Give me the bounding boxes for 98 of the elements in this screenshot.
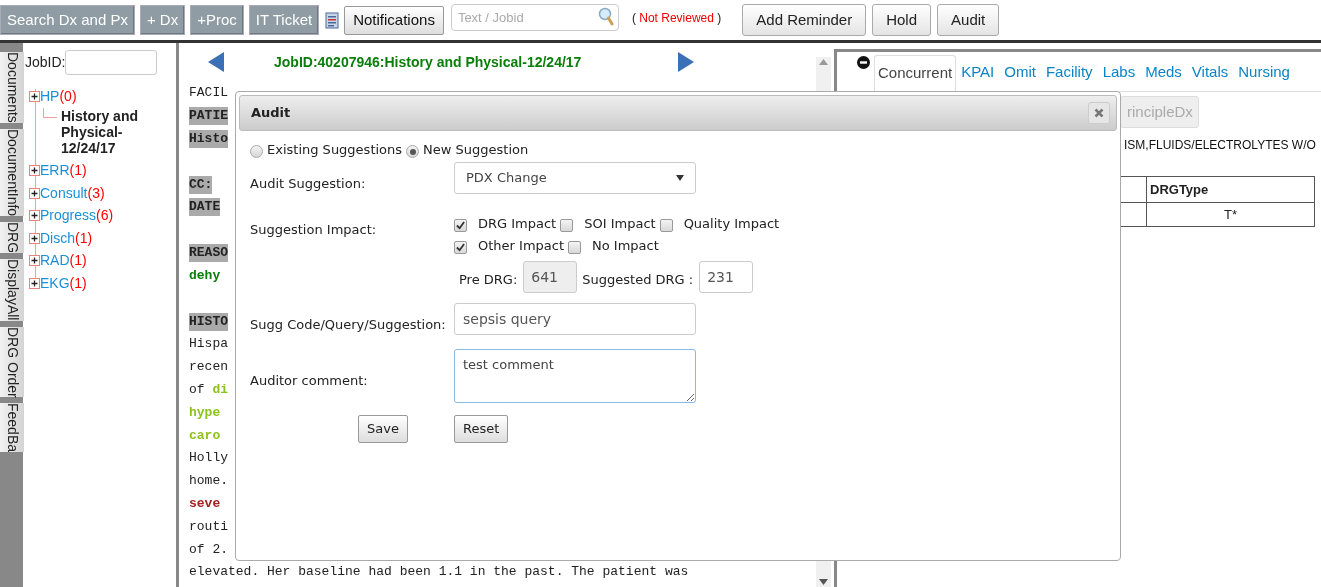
tree-item[interactable]: Disch(1) — [40, 227, 93, 249]
document-text: Hispa — [189, 335, 228, 354]
tab[interactable]: Vitals — [1186, 54, 1234, 91]
checkbox-label: No Impact — [592, 236, 659, 255]
suggestion-field[interactable]: sepsis query — [454, 303, 696, 335]
pre-drg-field[interactable]: 641 — [523, 261, 578, 293]
tab[interactable]: Facility — [1040, 54, 1098, 91]
section-heading: PATIE — [189, 107, 228, 126]
section-heading: CC: — [189, 175, 213, 194]
expand-icon[interactable] — [29, 232, 40, 244]
expand-icon[interactable] — [29, 187, 40, 199]
document-text: caro — [189, 426, 221, 445]
document-text: home. — [189, 472, 228, 491]
side-tab[interactable]: DRG Order — [0, 326, 24, 398]
document-text: Holly — [189, 449, 228, 468]
tree-item[interactable]: RAD(1) — [40, 250, 87, 272]
column-header: DRGType — [1146, 176, 1315, 203]
document-text: seve — [189, 495, 221, 514]
previous-arrow-icon[interactable] — [206, 51, 226, 73]
checkbox-label: Other Impact — [478, 236, 564, 255]
field-label: Suggested DRG : — [582, 271, 694, 290]
tree-item[interactable]: Consult(3) — [40, 182, 105, 204]
check-icon — [456, 220, 465, 230]
side-tab[interactable]: DocumentInfo — [0, 128, 24, 216]
checkbox-label: Quality Impact — [683, 214, 780, 233]
toolbar-button[interactable]: Hold — [872, 4, 932, 36]
next-arrow-icon[interactable] — [676, 51, 696, 73]
document-text: of 2. — [189, 540, 228, 559]
checkbox[interactable] — [560, 218, 574, 232]
check-icon — [456, 242, 465, 252]
close-icon — [1094, 108, 1104, 118]
document-text: of di — [189, 380, 228, 399]
dialog-title: Audit — [251, 104, 291, 123]
tree-item[interactable]: HP(0) — [40, 85, 77, 107]
section-heading: HISTO — [189, 312, 228, 331]
tree-item[interactable]: Progress(6) — [40, 205, 114, 227]
review-status: ( Not Reviewed ) — [631, 10, 722, 27]
field-label: Auditor comment: — [250, 372, 369, 391]
document-text: recen — [189, 358, 228, 377]
side-tab[interactable]: FeedBa — [0, 403, 24, 453]
comment-field[interactable]: test comment — [454, 349, 696, 403]
field-label: Audit Suggestion: — [250, 174, 367, 193]
checkbox[interactable] — [454, 218, 467, 232]
tree-item[interactable]: ERR(1) — [40, 160, 87, 182]
toolbar-button[interactable]: Audit — [937, 4, 1000, 36]
tree-item[interactable]: History and Physical-12/24/17 — [61, 107, 171, 156]
search-field[interactable]: Text / Jobid — [450, 3, 619, 31]
dialog-button[interactable]: Reset — [454, 415, 509, 443]
expand-icon[interactable] — [29, 277, 40, 289]
section-heading: Histo — [189, 130, 228, 149]
radio-label: New Suggestion — [423, 141, 529, 160]
section-heading: DATE — [189, 198, 221, 217]
document-text: dehy — [189, 266, 221, 285]
suggested-drg-field[interactable]: 231 — [699, 261, 754, 293]
close-button[interactable] — [1088, 102, 1110, 124]
document-text: hype — [189, 403, 221, 422]
notifications-button[interactable]: Notifications — [344, 5, 444, 35]
tree-item[interactable]: EKG(1) — [40, 272, 87, 294]
expand-icon[interactable] — [29, 90, 40, 102]
checkbox[interactable] — [659, 218, 673, 232]
expand-icon[interactable] — [29, 165, 40, 177]
collapse-icon[interactable] — [857, 56, 870, 69]
checkbox-label: DRG Impact — [478, 214, 557, 233]
section-heading: REASO — [189, 244, 228, 263]
tab[interactable]: Omit — [999, 54, 1041, 91]
tab[interactable]: Nursing — [1233, 54, 1295, 91]
radio-button[interactable] — [406, 145, 420, 158]
side-tab[interactable]: DisplayAll — [0, 259, 24, 321]
tab[interactable]: Labs — [1097, 54, 1141, 91]
tab[interactable]: Concurrent — [874, 55, 957, 92]
dropdown-icon — [676, 175, 684, 181]
tab[interactable]: Meds — [1140, 54, 1187, 91]
side-tab[interactable]: Documents — [0, 52, 24, 123]
scroll-down-icon[interactable] — [819, 579, 828, 585]
drg-description: ISM,FLUIDS/ELECTROLYTES W/O — [1123, 137, 1317, 154]
field-label: Suggestion Impact: — [250, 221, 378, 239]
tab[interactable]: KPAI — [956, 54, 1000, 91]
checkbox-label: SOI Impact — [584, 214, 656, 233]
document-text: FACIL — [189, 84, 228, 103]
document-text: elevated. Her baseline had been 1.1 in the past. The patient was — [189, 563, 689, 582]
jobid-label: JobID: — [25, 53, 66, 72]
document-text: routi — [189, 517, 228, 536]
table-cell: T* — [1146, 202, 1315, 227]
field-label: Sugg Code/Query/Suggestion: — [250, 315, 447, 334]
radio-button[interactable] — [250, 145, 263, 158]
dialog-button[interactable]: Save — [358, 415, 408, 443]
checkbox[interactable] — [454, 240, 467, 254]
field-label: Pre DRG: — [459, 271, 518, 290]
expand-icon[interactable] — [29, 255, 40, 267]
side-tab[interactable]: DRG — [0, 222, 24, 254]
jobid-field[interactable] — [65, 50, 158, 75]
document-title: JobID:40207946:History and Physical-12/24/17 — [274, 52, 583, 72]
document-icon[interactable] — [325, 11, 340, 29]
suggestion-select[interactable]: PDX Change — [454, 162, 696, 194]
expand-icon[interactable] — [29, 210, 40, 222]
checkbox[interactable] — [568, 240, 581, 254]
toolbar-button[interactable]: Add Reminder — [742, 4, 867, 36]
radio-label: Existing Suggestions — [267, 141, 403, 160]
